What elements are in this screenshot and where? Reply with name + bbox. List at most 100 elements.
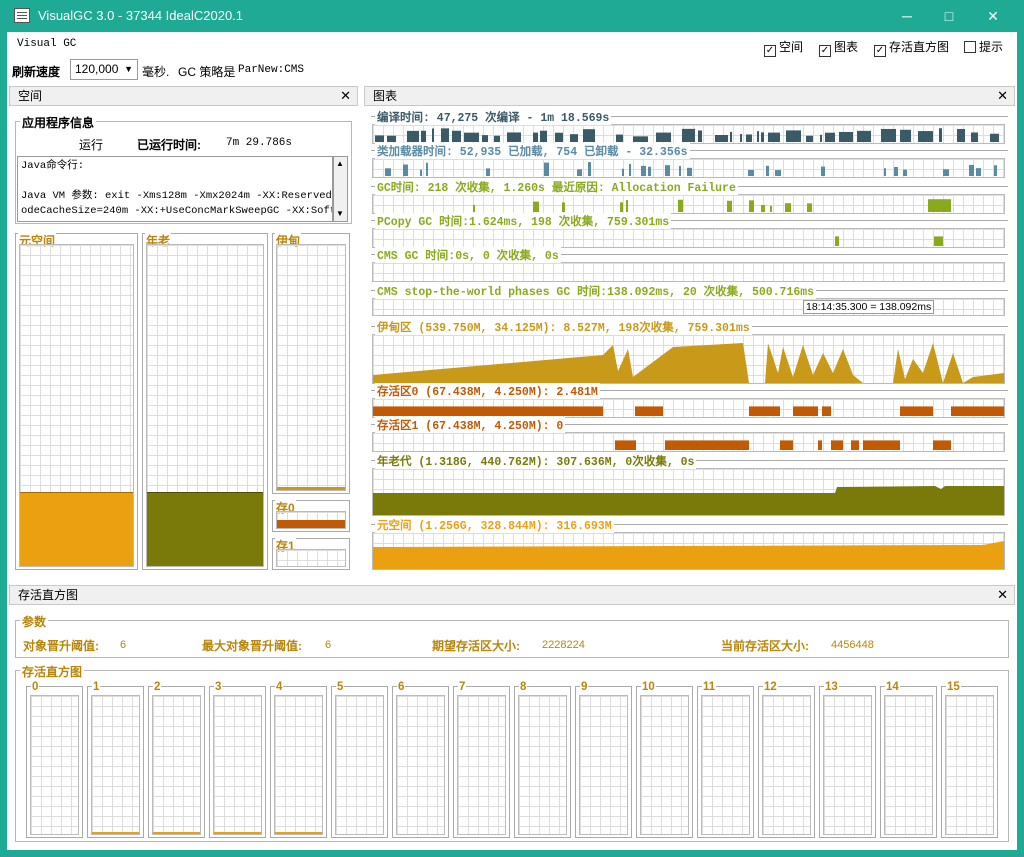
graph-panel-close-icon[interactable]: ✕ [997, 87, 1008, 105]
graph-row-label: CMS stop-the-world phases GC 时间:138.092m… [375, 283, 817, 299]
histogram-bucket-grid [91, 695, 140, 835]
histogram-bucket-6: 6 [392, 681, 449, 838]
graph-mark [656, 132, 671, 142]
histogram-bucket-grid [518, 695, 567, 835]
close-button[interactable]: ✕ [970, 0, 1016, 32]
survivor1-grid [276, 549, 346, 567]
graph-row-label: 编译时间: 47,275 次编译 - 1m 18.569s [375, 109, 612, 125]
graph-row-5: CMS stop-the-world phases GC 时间:138.092m… [371, 283, 1008, 318]
graph-mark [740, 134, 742, 142]
graph-mark [403, 164, 408, 176]
refresh-label: 刷新速度 [12, 65, 61, 79]
graph-mark [494, 135, 500, 142]
graph-row-plot [372, 124, 1005, 144]
graph-mark [577, 169, 582, 176]
refresh-value: 120,000 [75, 62, 119, 76]
graph-mark [770, 205, 772, 212]
graph-mark [540, 130, 547, 142]
scroll-up-icon[interactable]: ▲ [336, 159, 344, 168]
graph-mark [727, 200, 732, 212]
param-label-3: 当前存活区大小: [721, 639, 809, 653]
graph-row-plot [372, 262, 1005, 282]
graph-mark [682, 128, 695, 142]
histogram-bucket-fill [92, 832, 139, 834]
cmdline-text[interactable]: Java命令行: Java VM 参数: exit -Xms128m -Xmx20… [17, 156, 333, 222]
graph-row-label: 类加载器时间: 52,935 已加载, 754 已卸载 - 32.356s [375, 143, 690, 159]
graph-mark [994, 165, 997, 176]
checkbox-box[interactable]: ✓ [819, 45, 831, 57]
graph-mark [648, 166, 651, 176]
graph-mark [851, 440, 859, 450]
graph-mark [426, 162, 428, 176]
histogram-bucket-9: 9 [575, 681, 632, 838]
graph-mark [678, 199, 683, 212]
histogram-bucket-label: 0 [31, 681, 40, 693]
param-value-1: 6 [325, 639, 332, 651]
view-checkbox-1[interactable]: ✓ 图表 [819, 38, 858, 57]
histogram-bucket-label: 9 [580, 681, 589, 693]
histogram-bucket-15: 15 [941, 681, 998, 838]
graph-mark [730, 131, 732, 142]
histogram-bucket-grid [152, 695, 201, 835]
graph-mark [990, 133, 999, 142]
histogram-bucket-grid [274, 695, 323, 835]
graph-row-svg [473, 199, 951, 212]
view-checkbox-2[interactable]: ✓ 存活直方图 [874, 38, 949, 57]
graph-mark [583, 129, 595, 142]
histogram-title: 存活直方图 [20, 663, 85, 680]
checkbox-label: 图表 [834, 40, 859, 54]
graph-mark [626, 200, 628, 212]
graph-row-svg [385, 162, 997, 176]
view-checkbox-0[interactable]: ✓ 空间 [764, 38, 803, 57]
maximize-button[interactable]: □ [926, 0, 972, 32]
histogram-bucket-11: 11 [697, 681, 754, 838]
checkbox-box[interactable]: ✓ [874, 45, 886, 57]
histogram-bucket-grid [884, 695, 933, 835]
histogram-bucket-grid [335, 695, 384, 835]
cmdline-scrollbar[interactable]: ▲ ▼ [333, 156, 348, 222]
uptime-label: 已运行时间: [137, 138, 201, 152]
minimize-button[interactable]: ─ [884, 0, 930, 32]
graph-row-plot [372, 194, 1005, 214]
histogram-bucket-label: 11 [702, 681, 717, 693]
histogram-panel-close-icon[interactable]: ✕ [997, 586, 1008, 604]
checkbox-box[interactable]: ✓ [764, 45, 776, 57]
graph-mark [971, 132, 978, 142]
graph-mark [976, 168, 981, 176]
graph-mark [903, 169, 907, 176]
graph-mark [375, 135, 384, 142]
graph-mark [555, 132, 563, 142]
graph-mark [486, 168, 490, 176]
graph-mark [432, 128, 434, 142]
param-value-2: 2228224 [542, 639, 585, 651]
view-checkbox-3[interactable]: 提示 [964, 38, 1003, 55]
graph-mark [881, 128, 896, 142]
graph-mark [588, 162, 591, 176]
graph-mark [821, 166, 825, 176]
refresh-select[interactable]: 120,000 ▼ [70, 59, 138, 80]
eden-grid [276, 244, 346, 491]
histogram-bucket-2: 2 [148, 681, 205, 838]
graph-mark [807, 203, 812, 212]
old-gen-fill [147, 492, 263, 566]
space-panel-title: 空间 [18, 89, 43, 103]
space-panel-header: 空间 ✕ [9, 86, 358, 106]
histogram-bucket-3: 3 [209, 681, 266, 838]
graph-row-9: 年老代 (1.318G, 440.762M): 307.636M, 0次收集, … [371, 453, 1008, 518]
graph-tooltip: 18:14:35.300 = 138.092ms [803, 300, 935, 314]
graph-mark [633, 136, 648, 142]
histogram-bucket-label: 7 [458, 681, 467, 693]
chevron-down-icon: ▼ [124, 64, 133, 74]
title-bar: VisualGC 3.0 - 37344 IdealC2020.1 ─ □ ✕ [0, 0, 1024, 32]
graph-mark [831, 440, 843, 450]
graph-mark [863, 440, 900, 450]
checkbox-box[interactable] [964, 41, 976, 53]
space-panel-close-icon[interactable]: ✕ [340, 87, 351, 105]
scroll-down-icon[interactable]: ▼ [336, 209, 344, 218]
graph-mark [857, 130, 871, 142]
uptime-value: 7m 29.786s [226, 137, 293, 149]
metaspace-fill [20, 492, 133, 566]
graph-mark [761, 132, 764, 142]
graph-mark [616, 134, 623, 142]
histogram-bucket-grid [701, 695, 750, 835]
